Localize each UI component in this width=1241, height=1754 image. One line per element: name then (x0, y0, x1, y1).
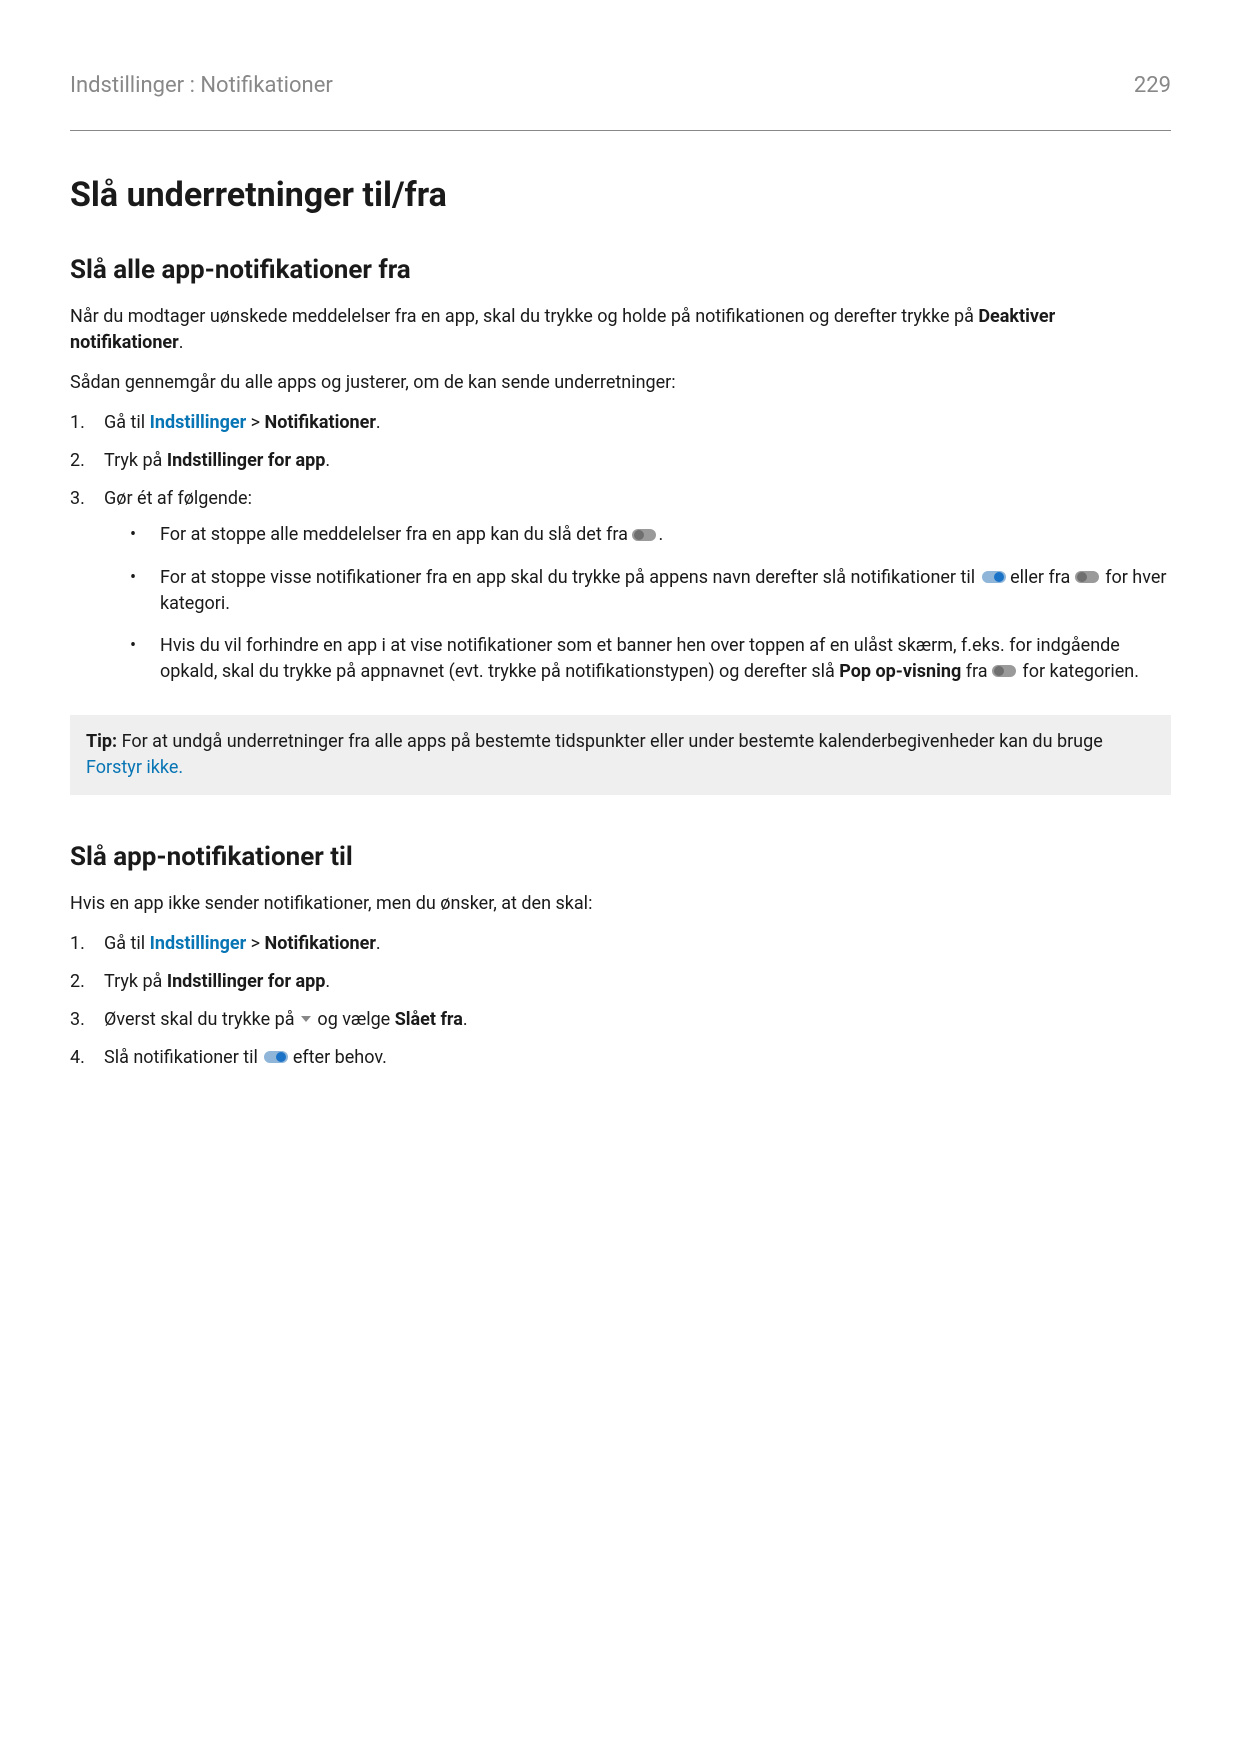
text-bold: Notifikationer (265, 933, 376, 954)
text: Slå notifikationer til (104, 1047, 262, 1068)
step-content: Gør ét af følgende: For at stoppe alle m… (104, 486, 1171, 701)
page-title: Slå underretninger til/fra (70, 171, 1171, 220)
toggle-off-icon (992, 664, 1018, 678)
text: Gør ét af følgende: (104, 488, 252, 509)
step-4: 4. Slå notifikationer til efter behov. (70, 1045, 1171, 1071)
page-number: 229 (1134, 70, 1171, 102)
toggle-off-icon (632, 528, 658, 542)
step-content: Gå til Indstillinger > Notifikationer. (104, 931, 1171, 957)
text: . (325, 971, 330, 992)
text: For at stoppe alle meddelelser fra en ap… (160, 524, 632, 545)
link-do-not-disturb[interactable]: Forstyr ikke. (86, 757, 183, 778)
text: For at stoppe visse notifikationer fra e… (160, 567, 980, 588)
bullet-1: For at stoppe alle meddelelser fra en ap… (130, 522, 1171, 548)
step-number: 3. (70, 1007, 104, 1033)
text: fra (961, 661, 992, 682)
steps-off: 1. Gå til Indstillinger > Notifikationer… (70, 410, 1171, 701)
step-3: 3. Gør ét af følgende: For at stoppe all… (70, 486, 1171, 701)
bullet-2: For at stoppe visse notifikationer fra e… (130, 565, 1171, 617)
toggle-on-icon (980, 570, 1006, 584)
section-heading-off: Slå alle app-notifikationer fra (70, 252, 1171, 290)
intro-on: Hvis en app ikke sender notifikationer, … (70, 891, 1171, 917)
step-content: Øverst skal du trykke på og vælge Slået … (104, 1007, 1171, 1033)
text: Øverst skal du trykke på (104, 1009, 299, 1030)
step-3: 3. Øverst skal du trykke på og vælge Slå… (70, 1007, 1171, 1033)
text-bold: Notifikationer (265, 412, 376, 433)
text: . (376, 412, 381, 433)
tip-box: Tip: For at undgå underretninger fra all… (70, 715, 1171, 795)
text: . (376, 933, 381, 954)
step-number: 2. (70, 448, 104, 474)
sub-bullets: For at stoppe alle meddelelser fra en ap… (104, 522, 1171, 684)
text: . (179, 332, 184, 353)
text-bold: Pop op-visning (839, 661, 961, 682)
text: efter behov. (288, 1047, 387, 1068)
step-content: Tryk på Indstillinger for app. (104, 448, 1171, 474)
step-content: Tryk på Indstillinger for app. (104, 969, 1171, 995)
text: . (463, 1009, 468, 1030)
dropdown-caret-icon (299, 1014, 313, 1024)
bullet-3: Hvis du vil forhindre en app i at vise n… (130, 633, 1171, 685)
section-heading-on: Slå app-notifikationer til (70, 839, 1171, 877)
steps-on: 1. Gå til Indstillinger > Notifikationer… (70, 931, 1171, 1071)
breadcrumb: Indstillinger : Notifikationer (70, 70, 333, 102)
step-number: 3. (70, 486, 104, 701)
step-number: 2. (70, 969, 104, 995)
link-settings[interactable]: Indstillinger (150, 412, 247, 433)
text: Gå til (104, 412, 150, 433)
step-content: Gå til Indstillinger > Notifikationer. (104, 410, 1171, 436)
step-number: 1. (70, 931, 104, 957)
text: eller fra (1006, 567, 1075, 588)
toggle-off-icon (1075, 570, 1101, 584)
text: for kategorien. (1018, 661, 1139, 682)
text: Tryk på (104, 971, 167, 992)
step-number: 4. (70, 1045, 104, 1071)
step-1: 1. Gå til Indstillinger > Notifikationer… (70, 931, 1171, 957)
text: > (246, 933, 264, 954)
text: > (246, 412, 264, 433)
toggle-on-icon (262, 1050, 288, 1064)
text: Når du modtager uønskede meddelelser fra… (70, 306, 978, 327)
text: og vælge (313, 1009, 395, 1030)
text: Tryk på (104, 450, 167, 471)
link-settings[interactable]: Indstillinger (150, 933, 247, 954)
step-1: 1. Gå til Indstillinger > Notifikationer… (70, 410, 1171, 436)
text-bold: Indstillinger for app (167, 971, 326, 992)
step-2: 2. Tryk på Indstillinger for app. (70, 969, 1171, 995)
intro-off: Når du modtager uønskede meddelelser fra… (70, 304, 1171, 356)
step-content: Slå notifikationer til efter behov. (104, 1045, 1171, 1071)
text: . (325, 450, 330, 471)
text-bold: Slået fra (395, 1009, 463, 1030)
text-bold: Indstillinger for app (167, 450, 326, 471)
tip-label: Tip: (86, 731, 117, 752)
header-rule (70, 130, 1171, 131)
step-2: 2. Tryk på Indstillinger for app. (70, 448, 1171, 474)
tip-text: For at undgå underretninger fra alle app… (117, 731, 1103, 752)
review-line: Sådan gennemgår du alle apps og justerer… (70, 370, 1171, 396)
page-header: Indstillinger : Notifikationer 229 (70, 70, 1171, 102)
text: . (658, 524, 663, 545)
text: Gå til (104, 933, 150, 954)
step-number: 1. (70, 410, 104, 436)
